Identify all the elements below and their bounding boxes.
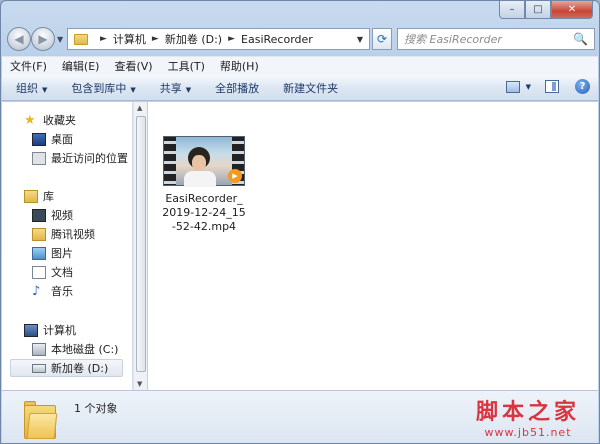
back-button[interactable]: ◀ xyxy=(7,27,31,51)
breadcrumb-computer[interactable]: 计算机 xyxy=(113,31,146,47)
chevron-down-icon: ▼ xyxy=(185,85,192,94)
star-icon: ★ xyxy=(24,112,36,128)
search-icon[interactable]: 🔍 xyxy=(573,32,588,46)
nav-recent-places[interactable]: 最近访问的位置 xyxy=(32,149,128,167)
include-in-library-button[interactable]: 包含到库中 ▼ xyxy=(71,80,135,96)
organize-button[interactable]: 组织 ▼ xyxy=(16,80,47,96)
watermark-url: www.jb51.net xyxy=(484,426,572,439)
minimize-button[interactable]: – xyxy=(499,1,525,19)
share-button[interactable]: 共享 ▼ xyxy=(160,80,191,96)
breadcrumb-volume-d[interactable]: 新加卷 (D:) xyxy=(165,31,222,47)
address-row: ◀ ▶ ▼ ► 计算机 ► 新加卷 (D:) ► EasiRecorder ▼ … xyxy=(7,25,595,53)
file-name: EasiRecorder_2019-12-24_15-52-42.mp4 xyxy=(162,192,246,233)
folder-icon xyxy=(24,399,58,439)
maximize-button[interactable]: □ xyxy=(525,1,551,19)
video-library-icon xyxy=(32,208,46,222)
menu-bar: 文件(F) 编辑(E) 查看(V) 工具(T) 帮助(H) xyxy=(2,56,598,75)
watermark: 脚本之家 www.jb51.net xyxy=(476,394,580,439)
refresh-icon: ⟳ xyxy=(376,32,388,46)
explorer-window: – □ ✕ ◀ ▶ ▼ ► 计算机 ► 新加卷 (D:) ► EasiRecor… xyxy=(0,0,600,444)
breadcrumb-separator[interactable]: ► xyxy=(152,34,159,44)
forward-button[interactable]: ▶ xyxy=(31,27,55,51)
details-pane: 1 个对象 脚本之家 www.jb51.net xyxy=(2,390,598,443)
back-arrow-icon: ◀ xyxy=(14,32,24,46)
library-icon xyxy=(24,189,38,203)
command-bar: 组织 ▼ 包含到库中 ▼ 共享 ▼ 全部播放 新建文件夹 ▼ ? xyxy=(2,75,598,101)
nav-favorites[interactable]: ★ 收藏夹 xyxy=(24,111,76,129)
nav-local-disk-c[interactable]: 本地磁盘 (C:) xyxy=(32,340,118,358)
documents-icon xyxy=(32,265,46,279)
search-input[interactable]: 搜索 EasiRecorder 🔍 xyxy=(397,28,595,50)
new-folder-button[interactable]: 新建文件夹 xyxy=(283,80,338,96)
navigation-pane: ★ 收藏夹 桌面 最近访问的位置 库 视频 腾讯视频 图片 文档 ♪ 音乐 计算… xyxy=(2,102,133,390)
nav-tencent-video[interactable]: 腾讯视频 xyxy=(32,225,95,243)
help-icon[interactable]: ? xyxy=(575,79,590,94)
menu-edit[interactable]: 编辑(E) xyxy=(62,58,100,74)
scroll-down-icon[interactable]: ▼ xyxy=(137,380,142,388)
nav-videos[interactable]: 视频 xyxy=(32,206,73,224)
nav-libraries[interactable]: 库 xyxy=(24,187,54,205)
forward-arrow-icon: ▶ xyxy=(38,32,48,46)
nav-desktop[interactable]: 桌面 xyxy=(32,130,73,148)
preview-pane-icon[interactable] xyxy=(545,80,559,93)
menu-help[interactable]: 帮助(H) xyxy=(220,58,259,74)
thumbnail-face xyxy=(192,155,206,171)
item-count: 1 个对象 xyxy=(74,402,118,415)
address-history-dropdown[interactable]: ▼ xyxy=(357,35,363,44)
filmstrip-edge xyxy=(164,137,176,185)
breadcrumb-separator[interactable]: ► xyxy=(228,34,235,44)
nav-music[interactable]: ♪ 音乐 xyxy=(32,282,73,300)
refresh-button[interactable]: ⟳ xyxy=(372,28,392,50)
play-all-button[interactable]: 全部播放 xyxy=(215,80,259,96)
nav-scrollbar[interactable]: ▲ ▼ xyxy=(133,102,147,390)
address-bar[interactable]: ► 计算机 ► 新加卷 (D:) ► EasiRecorder ▼ xyxy=(67,28,370,50)
file-list: ▶ EasiRecorder_2019-12-24_15-52-42.mp4 xyxy=(148,102,598,390)
menu-file[interactable]: 文件(F) xyxy=(10,58,47,74)
view-options-dropdown[interactable]: ▼ xyxy=(526,83,531,91)
view-controls: ▼ ? xyxy=(505,79,590,94)
menu-view[interactable]: 查看(V) xyxy=(114,58,152,74)
watermark-logo: 脚本之家 xyxy=(475,399,580,425)
pictures-icon xyxy=(32,246,46,260)
chevron-down-icon: ▼ xyxy=(130,85,136,94)
folder-icon xyxy=(74,33,88,45)
breadcrumb-separator[interactable]: ► xyxy=(100,34,107,44)
desktop-icon xyxy=(32,132,46,146)
chevron-down-icon: ▼ xyxy=(42,85,48,94)
nav-computer[interactable]: 计算机 xyxy=(24,321,76,339)
file-item[interactable]: ▶ EasiRecorder_2019-12-24_15-52-42.mp4 xyxy=(162,136,246,234)
play-badge-icon: ▶ xyxy=(228,169,242,183)
scroll-up-icon[interactable]: ▲ xyxy=(137,104,142,112)
nav-new-volume-d[interactable]: 新加卷 (D:) xyxy=(10,359,124,377)
drive-icon xyxy=(32,363,46,373)
music-icon: ♪ xyxy=(32,283,41,299)
computer-icon xyxy=(24,323,38,337)
folder-icon xyxy=(32,227,46,241)
menu-tools[interactable]: 工具(T) xyxy=(168,58,205,74)
window-controls: – □ ✕ xyxy=(499,1,593,19)
scroll-thumb[interactable] xyxy=(136,116,146,372)
nav-pictures[interactable]: 图片 xyxy=(32,244,73,262)
video-thumbnail: ▶ xyxy=(163,136,245,187)
change-view-icon[interactable] xyxy=(505,80,520,93)
system-drive-icon xyxy=(32,342,46,356)
recent-places-icon xyxy=(32,151,46,165)
recent-pages-dropdown[interactable]: ▼ xyxy=(57,35,63,44)
thumbnail-body xyxy=(184,171,216,187)
search-placeholder: 搜索 EasiRecorder xyxy=(404,33,502,46)
breadcrumb-easirecorder[interactable]: EasiRecorder xyxy=(241,33,313,46)
nav-documents[interactable]: 文档 xyxy=(32,263,73,281)
close-button[interactable]: ✕ xyxy=(551,1,593,19)
